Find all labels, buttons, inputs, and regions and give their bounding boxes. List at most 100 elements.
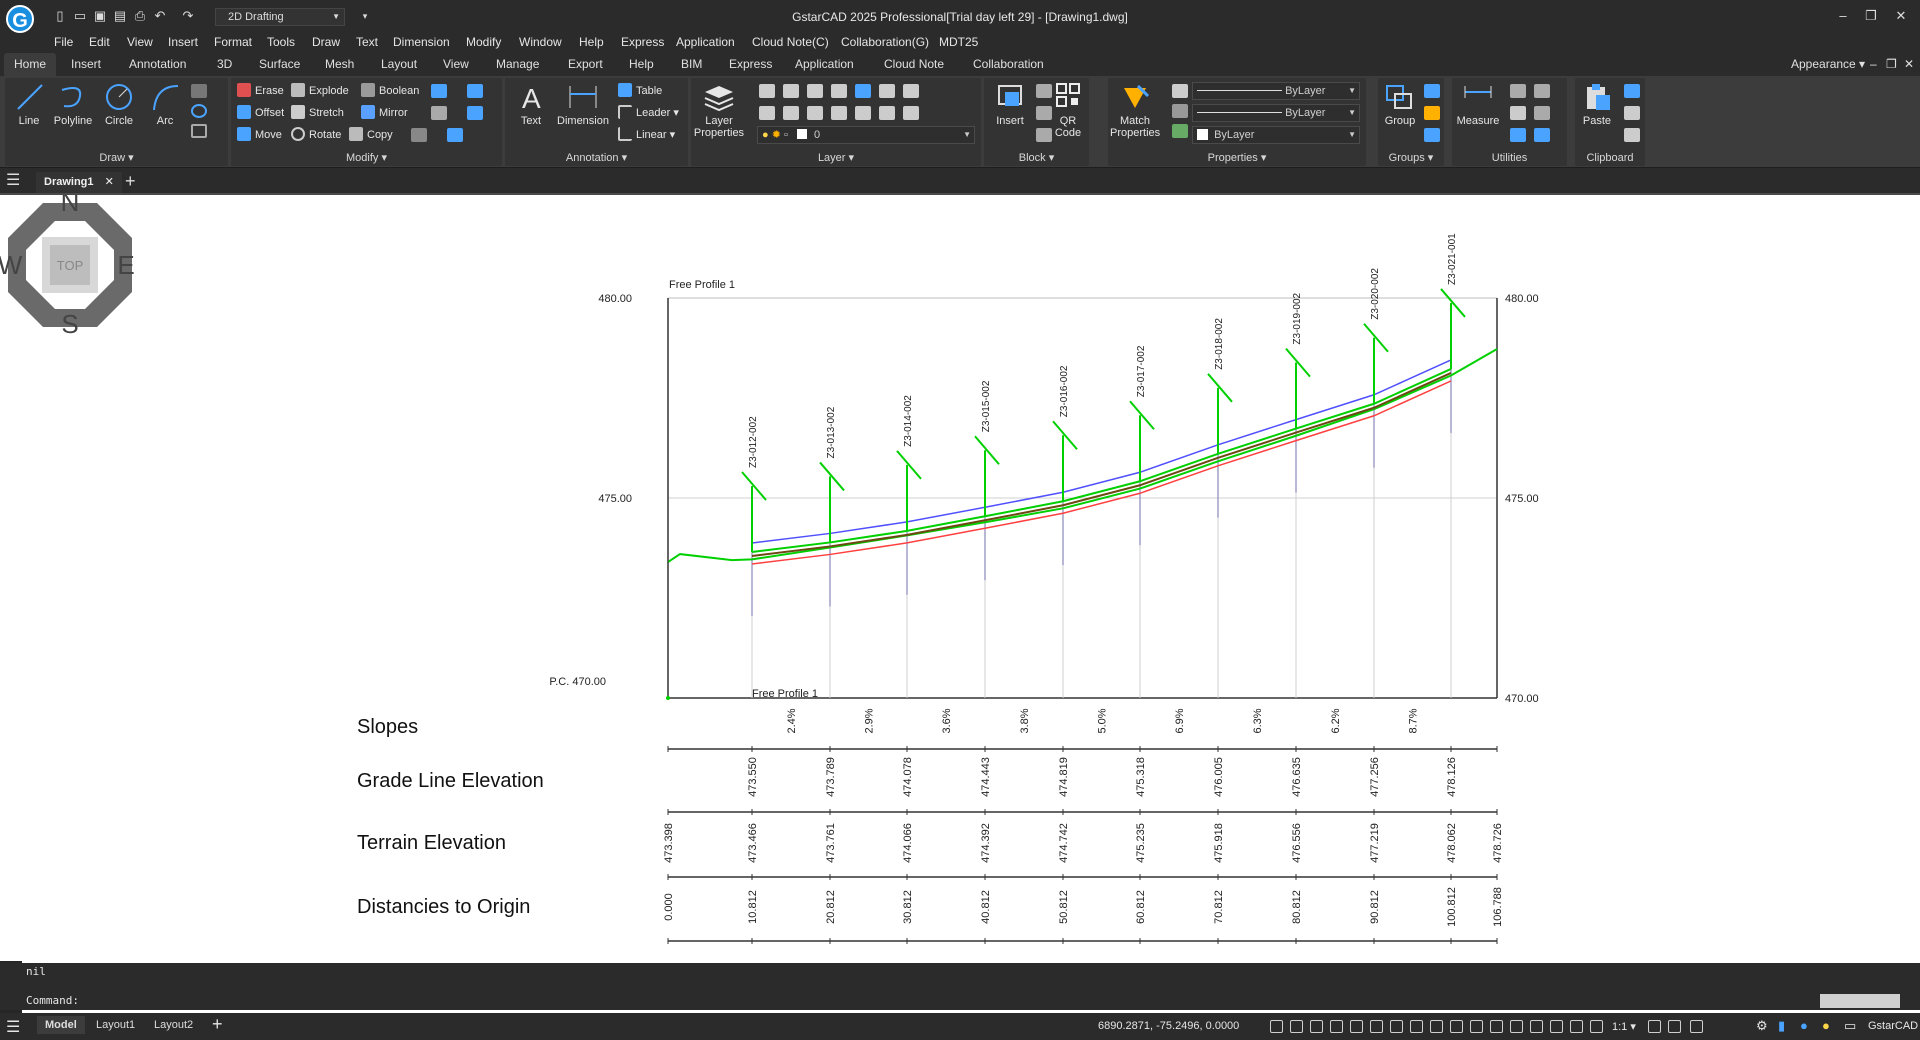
tab-collaboration[interactable]: Collaboration bbox=[973, 57, 1044, 71]
lightbulb-icon[interactable]: ● bbox=[1822, 1018, 1830, 1033]
command-input-box[interactable] bbox=[1820, 994, 1900, 1008]
redo-icon[interactable]: ↷ bbox=[180, 8, 196, 24]
transparency-icon[interactable] bbox=[1450, 1020, 1463, 1033]
annotation-visibility-icon[interactable] bbox=[1590, 1020, 1603, 1033]
layer-tool-13-icon[interactable] bbox=[879, 106, 895, 120]
ungroup-icon[interactable] bbox=[1424, 84, 1440, 98]
restore-button[interactable]: ❐ bbox=[1860, 8, 1882, 24]
ribbon-restore-icon[interactable]: ❐ bbox=[1886, 57, 1897, 71]
ribbon-close-icon[interactable]: ✕ bbox=[1904, 57, 1914, 71]
document-tab-drawing1[interactable]: Drawing1 ✕ bbox=[36, 172, 122, 193]
color-select[interactable]: ByLayer ▼ bbox=[1192, 82, 1360, 100]
quick-select-icon[interactable] bbox=[1534, 106, 1550, 120]
ortho-icon[interactable] bbox=[1310, 1020, 1323, 1033]
tab-model[interactable]: Model bbox=[37, 1016, 85, 1034]
annotation-scale[interactable]: 1:1 ▾ bbox=[1612, 1020, 1636, 1033]
groups-panel-title[interactable]: Groups ▾ bbox=[1378, 151, 1444, 164]
viewcube[interactable]: TOP N S E W bbox=[0, 195, 140, 335]
draw-panel-title[interactable]: Draw ▾ bbox=[5, 151, 228, 164]
paste-button[interactable]: Paste bbox=[1575, 82, 1619, 127]
menu-draw[interactable]: Draw bbox=[312, 35, 340, 49]
explode-button[interactable]: Explode bbox=[291, 82, 349, 100]
tab-help[interactable]: Help bbox=[629, 57, 654, 71]
insert-block-button[interactable]: Insert bbox=[988, 82, 1032, 127]
layer-properties-button[interactable]: Layer Properties bbox=[693, 82, 745, 139]
tab-mesh[interactable]: Mesh bbox=[325, 57, 354, 71]
tab-layout2[interactable]: Layout2 bbox=[154, 1019, 193, 1031]
polar-icon[interactable] bbox=[1330, 1020, 1343, 1033]
open-folder-icon[interactable]: ▭ bbox=[72, 8, 88, 24]
minimize-button[interactable]: – bbox=[1832, 8, 1854, 24]
units-icon[interactable] bbox=[1530, 1020, 1543, 1033]
menu-application[interactable]: Application bbox=[676, 35, 735, 49]
menu-express[interactable]: Express bbox=[621, 35, 664, 49]
list-icon[interactable] bbox=[1534, 84, 1550, 98]
menu-help[interactable]: Help bbox=[579, 35, 604, 49]
linetype-select[interactable]: ByLayer ▼ bbox=[1192, 104, 1360, 122]
boolean-button[interactable]: Boolean bbox=[361, 82, 419, 100]
copy-clip-icon[interactable] bbox=[1624, 84, 1640, 98]
break-icon[interactable] bbox=[411, 128, 427, 142]
menu-edit[interactable]: Edit bbox=[89, 35, 110, 49]
workspace-select[interactable]: 2D Drafting ▼ bbox=[215, 8, 345, 26]
scale-icon[interactable] bbox=[447, 128, 463, 142]
tab-view[interactable]: View bbox=[443, 57, 469, 71]
menu-mdt25[interactable]: MDT25 bbox=[939, 35, 978, 49]
trim-icon[interactable] bbox=[467, 106, 483, 120]
layer-select[interactable]: ● ✹ ▫ 0 ▼ bbox=[757, 126, 975, 144]
layer-tool-8-icon[interactable] bbox=[759, 106, 775, 120]
tab-annotation[interactable]: Annotation bbox=[129, 57, 186, 71]
drawing-canvas[interactable]: 480.00 475.00 480.00 475.00 470.00 P.C. 470.0… bbox=[0, 195, 1920, 961]
new-file-icon[interactable]: ▯ bbox=[52, 8, 68, 24]
layer-tool-14-icon[interactable] bbox=[903, 106, 919, 120]
tab-cloud-note[interactable]: Cloud Note bbox=[884, 57, 944, 71]
save-as-icon[interactable]: ▤ bbox=[112, 8, 128, 24]
annotation-panel-title[interactable]: Annotation ▾ bbox=[505, 151, 688, 164]
ucs-icon[interactable] bbox=[1510, 128, 1526, 142]
3d-osnap-icon[interactable] bbox=[1490, 1020, 1503, 1033]
tab-3d[interactable]: 3D bbox=[217, 57, 232, 71]
ellipse-icon[interactable] bbox=[191, 104, 207, 118]
utilities-panel-title[interactable]: Utilities bbox=[1452, 152, 1567, 164]
model-space-icon[interactable] bbox=[1570, 1020, 1583, 1033]
array-icon[interactable] bbox=[431, 84, 447, 98]
circle-button[interactable]: Circle bbox=[97, 82, 141, 127]
fillet-icon[interactable] bbox=[431, 106, 447, 120]
stretch-button[interactable]: Stretch bbox=[291, 104, 344, 122]
cut-icon[interactable] bbox=[1624, 106, 1640, 120]
match-properties-button[interactable]: Match Properties bbox=[1110, 82, 1160, 139]
offset-button[interactable]: Offset bbox=[237, 104, 284, 122]
customize-quick-access-icon[interactable]: ▾ bbox=[357, 8, 373, 24]
move-button[interactable]: Move bbox=[237, 126, 282, 144]
menu-cloud-note[interactable]: Cloud Note(C) bbox=[752, 35, 829, 49]
tab-application[interactable]: Application bbox=[795, 57, 854, 71]
tab-home[interactable]: Home bbox=[4, 53, 57, 76]
layer-tool-7-icon[interactable] bbox=[903, 84, 919, 98]
selection-cycle-icon[interactable] bbox=[1470, 1020, 1483, 1033]
grid-icon[interactable] bbox=[1270, 1020, 1283, 1033]
tab-surface[interactable]: Surface bbox=[259, 57, 300, 71]
quick-properties-icon[interactable] bbox=[1550, 1020, 1563, 1033]
layout-menu-icon[interactable]: ☰ bbox=[6, 1017, 20, 1037]
group-edit-icon[interactable] bbox=[1424, 106, 1440, 120]
layer-tool-12-icon[interactable] bbox=[855, 106, 871, 120]
menu-view[interactable]: View bbox=[127, 35, 153, 49]
linear-button[interactable]: Linear ▾ bbox=[618, 126, 675, 144]
text-button[interactable]: A Text bbox=[509, 82, 553, 127]
app-logo[interactable]: G bbox=[6, 5, 34, 33]
properties-panel-title[interactable]: Properties ▾ bbox=[1108, 151, 1366, 164]
layer-tool-3-icon[interactable] bbox=[807, 84, 823, 98]
id-point-icon[interactable] bbox=[1510, 84, 1526, 98]
copy-button[interactable]: Copy bbox=[349, 126, 393, 144]
point-style-icon[interactable] bbox=[1534, 128, 1550, 142]
close-icon[interactable]: ✕ bbox=[105, 176, 114, 188]
layer-tool-11-icon[interactable] bbox=[831, 106, 847, 120]
leader-button[interactable]: Leader ▾ bbox=[618, 104, 679, 122]
group-button[interactable]: Group bbox=[1378, 82, 1422, 127]
tab-layout1[interactable]: Layout1 bbox=[96, 1019, 135, 1031]
isolate-objects-icon[interactable]: ● bbox=[1800, 1018, 1808, 1033]
autoscale-icon[interactable] bbox=[1648, 1020, 1661, 1033]
lock-ui-icon[interactable]: ▮ bbox=[1778, 1018, 1785, 1034]
menu-insert[interactable]: Insert bbox=[168, 35, 198, 49]
gear-icon[interactable]: ⚙ bbox=[1756, 1018, 1768, 1034]
